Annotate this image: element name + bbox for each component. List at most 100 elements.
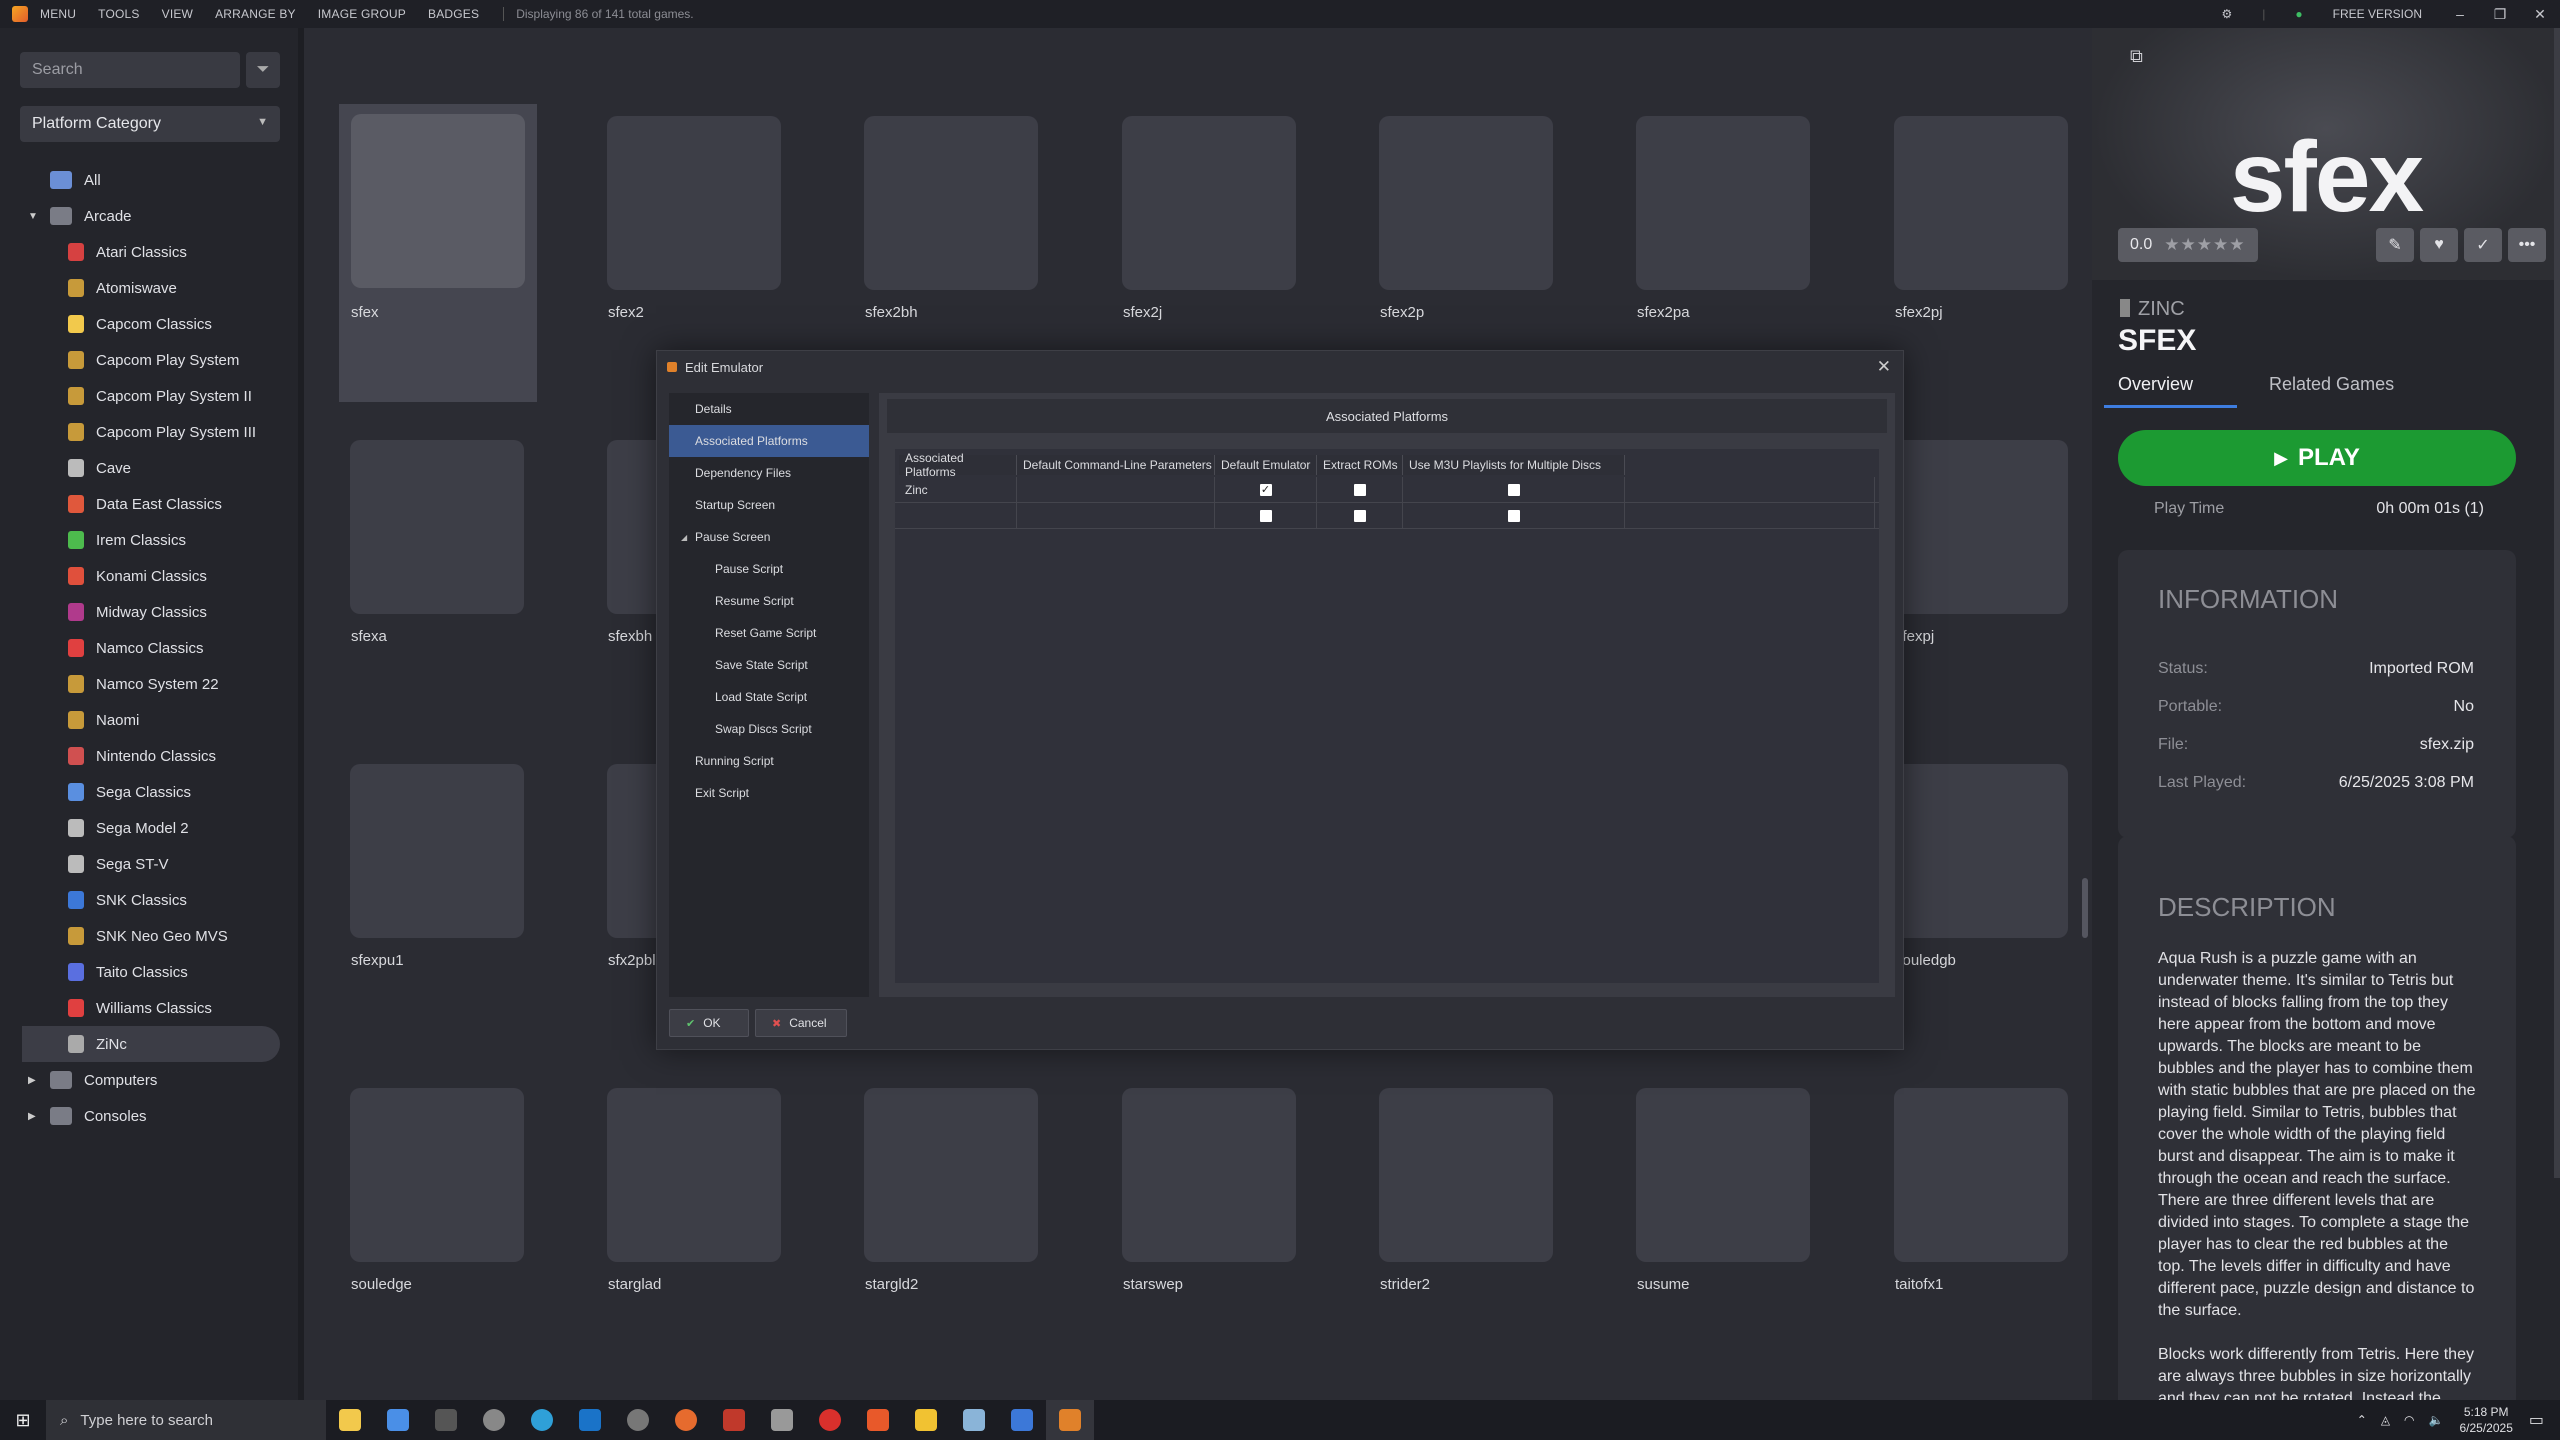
dialog-nav-item[interactable]: Resume Script (669, 585, 869, 617)
sidebar-item[interactable]: Taito Classics (0, 954, 304, 990)
launchbox-logo-icon[interactable] (12, 6, 28, 22)
app-icon-7[interactable] (998, 1400, 1046, 1440)
platform-category-dropdown[interactable]: Platform Category ▼ (20, 106, 280, 142)
dialog-nav-item[interactable]: Associated Platforms (669, 425, 869, 457)
sidebar-item[interactable]: Cave (0, 450, 304, 486)
volume-icon[interactable]: 🔈 (2429, 1413, 2444, 1427)
table-cell[interactable] (1017, 503, 1215, 529)
sidebar-item[interactable]: Capcom Classics (0, 306, 304, 342)
notifications-icon[interactable]: ▭ (2529, 1410, 2544, 1430)
sidebar-item[interactable]: ▶ Computers (0, 1062, 304, 1098)
search-input[interactable]: Search (20, 52, 240, 88)
checkbox[interactable] (1259, 510, 1272, 522)
expander-icon[interactable]: ▶ (28, 1075, 42, 1086)
checkbox[interactable]: ✓ (1259, 484, 1272, 496)
file-explorer-icon[interactable] (902, 1400, 950, 1440)
sidebar-item[interactable]: Namco Classics (0, 630, 304, 666)
close-window-icon[interactable]: ✕ (2520, 6, 2560, 23)
dialog-nav-item[interactable]: Pause Script (669, 553, 869, 585)
collapse-icon[interactable]: ◢ (681, 533, 687, 542)
dialog-nav-item[interactable]: ◢ Pause Screen (669, 521, 869, 553)
sidebar-item[interactable]: Capcom Play System III (0, 414, 304, 450)
dialog-nav-item[interactable]: Reset Game Script (669, 617, 869, 649)
sidebar-item[interactable]: Data East Classics (0, 486, 304, 522)
wifi-icon[interactable]: ◠ (2404, 1413, 2414, 1427)
brave-icon[interactable] (854, 1400, 902, 1440)
dialog-nav-item[interactable]: Swap Discs Script (669, 713, 869, 745)
outlook-icon[interactable] (566, 1400, 614, 1440)
table-row[interactable] (895, 503, 1879, 529)
external-link-icon[interactable]: ⧉ (2130, 46, 2143, 67)
sidebar-item[interactable]: ZiNc (22, 1026, 280, 1062)
tab-related-games[interactable]: Related Games (2269, 374, 2394, 408)
column-header[interactable]: Associated Platforms (899, 451, 1017, 479)
sidebar-item[interactable]: Konami Classics (0, 558, 304, 594)
restore-icon[interactable]: ❐ (2480, 6, 2520, 23)
free-version-label[interactable]: FREE VERSION (2333, 7, 2422, 21)
sidebar-item[interactable]: Atari Classics (0, 234, 304, 270)
opera-icon[interactable] (806, 1400, 854, 1440)
sidebar-item[interactable]: Capcom Play System II (0, 378, 304, 414)
notification-icon[interactable]: ● (2295, 7, 2302, 21)
play-button[interactable]: ▶ PLAY (2118, 430, 2516, 486)
game-tile[interactable]: sfex (339, 104, 537, 402)
edit-icon[interactable]: ✎ (2376, 228, 2414, 262)
cancel-button[interactable]: ✖ Cancel (755, 1009, 847, 1037)
app-icon-5[interactable] (758, 1400, 806, 1440)
taskbar-search[interactable]: ⌕ Type here to search (46, 1400, 326, 1440)
sidebar-item[interactable]: SNK Classics (0, 882, 304, 918)
sidebar-item[interactable]: Capcom Play System (0, 342, 304, 378)
sidebar-item[interactable]: Sega Model 2 (0, 810, 304, 846)
app-icon-4[interactable] (710, 1400, 758, 1440)
column-header[interactable]: Default Command-Line Parameters (1017, 455, 1215, 475)
table-row[interactable]: Zinc ✓ (895, 477, 1879, 503)
launchbox-taskbar-icon[interactable] (1046, 1400, 1094, 1440)
column-header[interactable]: Extract ROMs (1317, 455, 1403, 475)
chevron-up-icon[interactable]: ⌃ (2357, 1413, 2367, 1427)
edge-icon[interactable] (518, 1400, 566, 1440)
sidebar-item[interactable]: Sega Classics (0, 774, 304, 810)
grid-scrollbar[interactable] (2082, 878, 2088, 938)
close-icon[interactable]: ✕ (1877, 357, 1891, 377)
sidebar-item[interactable]: Naomi (0, 702, 304, 738)
checkbox[interactable] (1353, 484, 1366, 496)
column-header[interactable]: Use M3U Playlists for Multiple Discs (1403, 455, 1625, 475)
expander-icon[interactable]: ▶ (28, 1111, 42, 1122)
dialog-nav-item[interactable]: Exit Script (669, 777, 869, 809)
dialog-nav-item[interactable]: Save State Script (669, 649, 869, 681)
app-icon-m[interactable] (422, 1400, 470, 1440)
star-rating-icon[interactable]: ★★★★★ (2164, 235, 2245, 255)
expander-icon[interactable]: ▼ (28, 211, 42, 222)
filter-button[interactable]: ⏷ (246, 52, 280, 88)
app-icon-2[interactable] (470, 1400, 518, 1440)
sidebar-item[interactable]: Sega ST-V (0, 846, 304, 882)
network-icon[interactable]: ◬ (2381, 1413, 2390, 1427)
checkbox[interactable] (1353, 510, 1366, 522)
menu-item-arrange-by[interactable]: ARRANGE BY (215, 7, 296, 21)
sliders-icon[interactable]: ⚙ (2222, 7, 2233, 21)
menu-item-view[interactable]: VIEW (162, 7, 193, 21)
more-options-icon[interactable]: ••• (2508, 228, 2546, 262)
table-cell[interactable]: Zinc (899, 477, 1017, 503)
table-cell[interactable] (1017, 477, 1215, 503)
sidebar-item[interactable]: Midway Classics (0, 594, 304, 630)
dialog-nav-item[interactable]: Dependency Files (669, 457, 869, 489)
sidebar-item[interactable]: All (0, 162, 304, 198)
app-icon-6[interactable] (950, 1400, 998, 1440)
sidebar-item[interactable]: ▶ Consoles (0, 1098, 304, 1134)
sidebar-item[interactable]: Irem Classics (0, 522, 304, 558)
rating-widget[interactable]: 0.0 ★★★★★ (2118, 228, 2258, 262)
column-header[interactable]: Default Emulator (1215, 455, 1317, 475)
minimize-icon[interactable]: – (2440, 6, 2480, 22)
sidebar-item[interactable]: SNK Neo Geo MVS (0, 918, 304, 954)
copilot-icon[interactable] (326, 1400, 374, 1440)
windows-start-icon[interactable]: ⊞ (0, 1410, 46, 1431)
dialog-nav-item[interactable]: Running Script (669, 745, 869, 777)
dialog-nav-item[interactable]: Startup Screen (669, 489, 869, 521)
clock[interactable]: 5:18 PM 6/25/2025 (2459, 1404, 2512, 1436)
detail-scrollbar[interactable] (2554, 28, 2560, 1178)
menu-item-image-group[interactable]: IMAGE GROUP (318, 7, 406, 21)
sidebar-item[interactable]: Nintendo Classics (0, 738, 304, 774)
dialog-nav-item[interactable]: Load State Script (669, 681, 869, 713)
dialog-nav-item[interactable]: Details (669, 393, 869, 425)
